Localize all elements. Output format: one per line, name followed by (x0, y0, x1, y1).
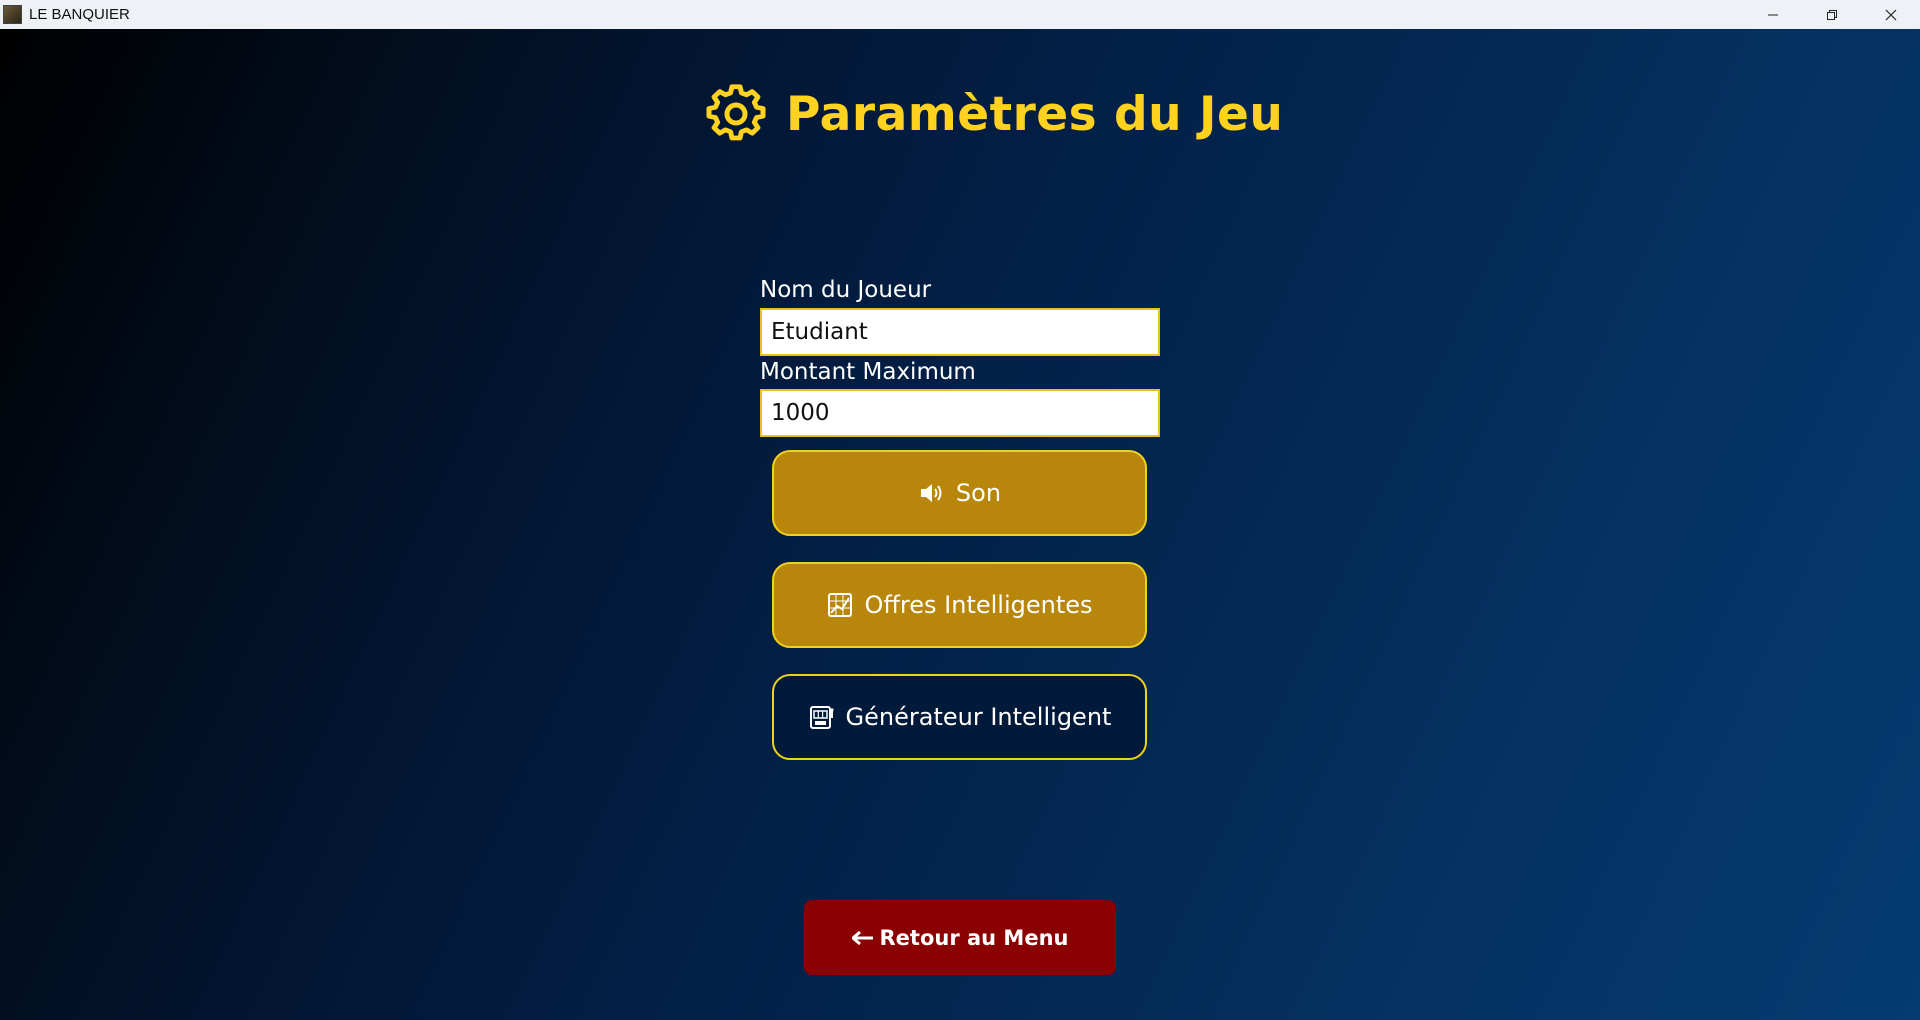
arrow-left-icon (851, 930, 873, 945)
back-to-menu-label: Retour au Menu (879, 925, 1069, 950)
app-logo-icon (3, 5, 22, 24)
window-controls (1743, 0, 1920, 29)
close-icon (1885, 9, 1896, 20)
player-name-label: Nom du Joueur (760, 277, 932, 303)
minimize-button[interactable] (1743, 0, 1802, 29)
app-window: LE BANQUIER Paramètres du Jeu Nom du Jou… (0, 0, 1920, 1020)
smart-generator-toggle-button[interactable]: Générateur Intelligent (772, 674, 1147, 760)
restore-icon (1826, 9, 1837, 20)
page-heading: Paramètres du Jeu (706, 84, 1283, 144)
slot-machine-icon (809, 706, 834, 729)
settings-screen: Paramètres du Jeu Nom du Joueur Montant … (0, 29, 1920, 1020)
max-amount-input[interactable] (760, 389, 1160, 437)
sound-toggle-button[interactable]: Son (772, 450, 1147, 536)
chart-icon (828, 593, 853, 617)
max-amount-label: Montant Maximum (760, 359, 976, 385)
gear-icon (706, 84, 766, 141)
smart-generator-toggle-label: Générateur Intelligent (845, 703, 1112, 731)
window-title: LE BANQUIER (29, 6, 130, 23)
sound-toggle-label: Son (955, 479, 1002, 507)
smart-offers-toggle-button[interactable]: Offres Intelligentes (772, 562, 1147, 648)
minimize-icon (1767, 14, 1778, 15)
smart-offers-toggle-label: Offres Intelligentes (864, 591, 1093, 619)
back-to-menu-button[interactable]: Retour au Menu (804, 900, 1116, 975)
title-bar: LE BANQUIER (0, 0, 1920, 29)
restore-button[interactable] (1802, 0, 1861, 29)
player-name-input[interactable] (760, 308, 1160, 356)
page-title: Paramètres du Jeu (786, 86, 1284, 142)
close-button[interactable] (1861, 0, 1920, 29)
speaker-icon (920, 484, 942, 502)
